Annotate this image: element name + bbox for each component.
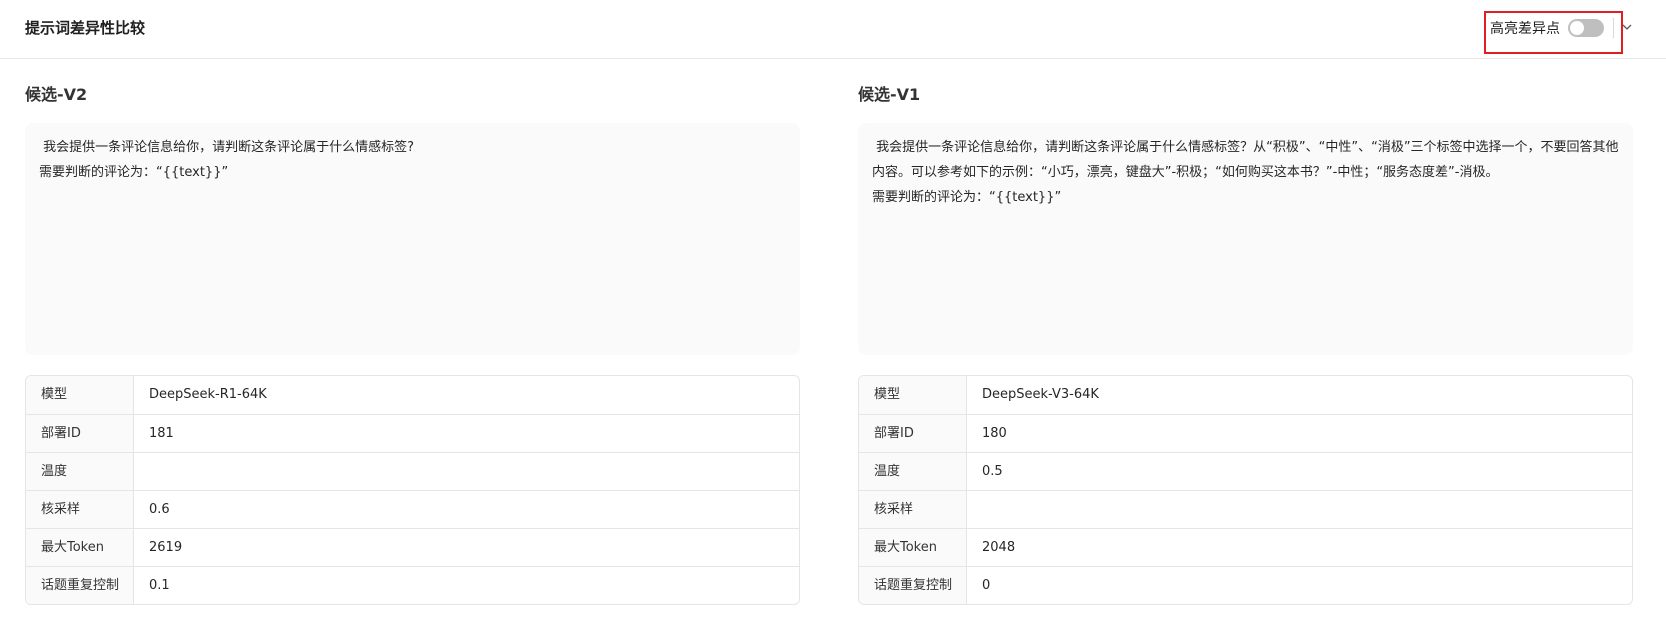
table-row: 温度 — [26, 452, 799, 490]
param-value: DeepSeek-R1-64K — [149, 387, 267, 402]
candidate-title: 候选-V1 — [858, 85, 921, 104]
param-key: 最大Token — [26, 529, 134, 566]
table-row: 部署ID 181 — [26, 414, 799, 452]
toggle-knob — [1570, 21, 1584, 35]
table-row: 话题重复控制 0.1 — [26, 566, 799, 604]
toolbar-divider — [1613, 18, 1614, 38]
param-key: 话题重复控制 — [859, 567, 967, 604]
page-title: 提示词差异性比较 — [25, 19, 146, 37]
param-key: 部署ID — [26, 415, 134, 452]
param-value: 2048 — [982, 540, 1016, 555]
page-header: 提示词差异性比较 高亮差异点 — [0, 0, 1666, 59]
param-value: 180 — [982, 426, 1007, 441]
param-value — [967, 491, 1632, 528]
param-key: 部署ID — [859, 415, 967, 452]
table-row: 模型 DeepSeek-R1-64K — [26, 376, 799, 414]
highlight-diff-toggle[interactable] — [1568, 19, 1604, 37]
table-row: 核采样 — [859, 490, 1632, 528]
param-key: 温度 — [859, 453, 967, 490]
highlight-diff-label: 高亮差异点 — [1490, 21, 1560, 37]
param-key: 核采样 — [26, 491, 134, 528]
param-key: 模型 — [859, 376, 967, 414]
param-key: 核采样 — [859, 491, 967, 528]
table-row: 部署ID 180 — [859, 414, 1632, 452]
table-row: 核采样 0.6 — [26, 490, 799, 528]
param-key: 模型 — [26, 376, 134, 414]
param-value: 2619 — [149, 540, 183, 555]
param-value: DeepSeek-V3-64K — [982, 387, 1099, 402]
table-row: 话题重复控制 0 — [859, 566, 1632, 604]
params-table: 模型 DeepSeek-V3-64K 部署ID 180 温度 0.5 核采样 最… — [858, 375, 1633, 605]
table-row: 模型 DeepSeek-V3-64K — [859, 376, 1632, 414]
table-row: 温度 0.5 — [859, 452, 1632, 490]
param-value: 0.5 — [982, 464, 1003, 479]
param-value: 0 — [982, 578, 991, 593]
prompt-text: 我会提供一条评论信息给你，请判断这条评论属于什么情感标签？从“积极”、“中性”、… — [858, 123, 1633, 355]
prompt-diff-page: 提示词差异性比较 高亮差异点 候选-V2 我会提供一条评论信息给你，请判断这条评… — [0, 0, 1666, 623]
param-key: 温度 — [26, 453, 134, 490]
param-key: 话题重复控制 — [26, 567, 134, 604]
param-value: 0.1 — [149, 578, 170, 593]
prompt-text: 我会提供一条评论信息给你，请判断这条评论属于什么情感标签? 需要判断的评论为：“… — [25, 123, 800, 355]
candidate-title: 候选-V2 — [25, 85, 88, 104]
table-row: 最大Token 2048 — [859, 528, 1632, 566]
param-value: 0.6 — [149, 502, 170, 517]
param-key: 最大Token — [859, 529, 967, 566]
param-value — [134, 453, 799, 490]
table-row: 最大Token 2619 — [26, 528, 799, 566]
params-table: 模型 DeepSeek-R1-64K 部署ID 181 温度 核采样 0.6 最… — [25, 375, 800, 605]
param-value: 181 — [149, 426, 174, 441]
chevron-down-icon[interactable] — [1620, 20, 1634, 34]
